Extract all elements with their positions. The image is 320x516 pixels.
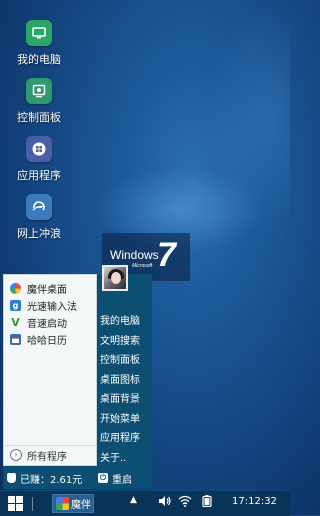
all-programs-label: 所有程序: [27, 451, 67, 463]
program-label: 音速启动: [27, 318, 67, 330]
desktop-icon-browser[interactable]: 网上冲浪: [12, 194, 66, 241]
link-my-computer[interactable]: 我的电脑: [100, 312, 150, 332]
link-about[interactable]: 关于..: [100, 449, 150, 469]
quick-links: 我的电脑 文明搜索 控制面板 桌面图标 桌面背景 开始菜单 应用程序 关于..: [100, 312, 150, 468]
clock[interactable]: 17:12:32: [232, 496, 277, 507]
desktop-icon-label: 控制面板: [17, 111, 61, 124]
volume-icon[interactable]: [158, 495, 172, 510]
banner-brand: Microsoft: [132, 263, 153, 269]
restart-button[interactable]: ⏻ 重启: [98, 469, 148, 487]
taskbar-item-label: 魔伴: [71, 500, 91, 511]
banner-word: Windows: [110, 248, 159, 262]
wifi-icon[interactable]: [178, 495, 192, 510]
link-desktop-icons[interactable]: 桌面图标: [100, 371, 150, 391]
earnings-display: 已赚：2.61元: [3, 469, 95, 487]
link-desktop-background[interactable]: 桌面背景: [100, 390, 150, 410]
calendar-icon: [10, 333, 21, 345]
program-label: 魔伴桌面: [27, 284, 67, 296]
earnings-label: 已赚：2.61元: [20, 474, 83, 486]
program-item-calendar[interactable]: 哈哈日历: [10, 331, 67, 347]
desktop-icon-my-computer[interactable]: 我的电脑: [12, 20, 66, 67]
program-label: 光速输入法: [27, 301, 77, 313]
start-button[interactable]: [8, 496, 23, 511]
browser-icon: [26, 194, 52, 220]
chevron-up-icon[interactable]: ▲: [130, 495, 137, 505]
desktop-icon-label: 网上冲浪: [17, 227, 61, 240]
program-item-launcher[interactable]: V 音速启动: [10, 314, 67, 330]
money-bag-icon: [7, 473, 16, 483]
input-method-icon: g: [10, 299, 21, 311]
banner-version: 7: [157, 236, 176, 274]
apps-icon: [26, 136, 52, 162]
pinwheel-icon: [10, 282, 21, 294]
desktop-icon-control-panel[interactable]: 控制面板: [12, 78, 66, 125]
taskbar: 魔伴 ▲ 17:12:32: [0, 490, 290, 516]
link-start-menu[interactable]: 开始菜单: [100, 410, 150, 430]
desktop-icon-apps[interactable]: 应用程序: [12, 136, 66, 183]
link-search[interactable]: 文明搜索: [100, 332, 150, 352]
avatar[interactable]: [102, 265, 128, 291]
start-menu: 魔伴桌面 g 光速输入法 V 音速启动 哈哈日历 › 所有程序 我的电脑 文明搜…: [3, 274, 152, 489]
arrow-right-icon: ›: [10, 449, 22, 461]
restart-label: 重启: [112, 474, 132, 486]
taskbar-item-moban[interactable]: 魔伴: [52, 494, 94, 513]
control-panel-icon: [26, 78, 52, 104]
desktop-icon-label: 我的电脑: [17, 53, 61, 66]
program-label: 哈哈日历: [27, 335, 67, 347]
all-programs-button[interactable]: › 所有程序: [4, 445, 96, 464]
launcher-icon: V: [10, 315, 21, 329]
link-applications[interactable]: 应用程序: [100, 429, 150, 449]
battery-icon[interactable]: [200, 495, 214, 510]
desktop-icon-label: 应用程序: [17, 169, 61, 182]
link-control-panel[interactable]: 控制面板: [100, 351, 150, 371]
program-item-input-method[interactable]: g 光速输入法: [10, 297, 77, 313]
power-icon: ⏻: [98, 473, 108, 483]
pinwheel-icon: [56, 497, 69, 510]
program-item-desktop[interactable]: 魔伴桌面: [10, 280, 67, 296]
computer-icon: [26, 20, 52, 46]
taskbar-separator: [32, 497, 33, 511]
program-list-panel: 魔伴桌面 g 光速输入法 V 音速启动 哈哈日历 › 所有程序: [3, 274, 97, 466]
